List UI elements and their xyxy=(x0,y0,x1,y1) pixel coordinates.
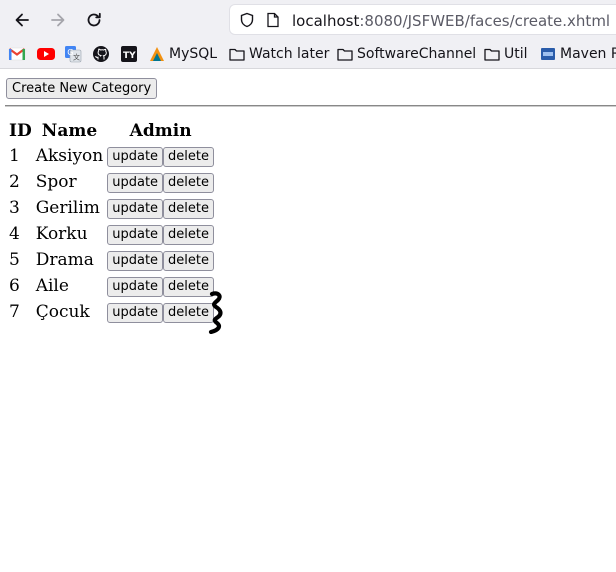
cell-id: 5 xyxy=(9,250,20,270)
table-header-row: ID Name Admin xyxy=(8,120,215,142)
svg-text:文: 文 xyxy=(73,53,80,62)
table-row: 2 Spor update delete xyxy=(8,170,215,194)
column-header-name: Name xyxy=(41,121,98,141)
update-button[interactable]: update xyxy=(107,250,164,271)
table-row: 3 Gerilim update delete xyxy=(8,196,215,220)
svg-text:TY: TY xyxy=(123,51,136,61)
youtube-icon xyxy=(37,48,55,60)
maven-icon xyxy=(541,48,555,60)
gmail-icon xyxy=(8,47,26,61)
delete-button[interactable]: delete xyxy=(163,146,215,167)
delete-button[interactable]: delete xyxy=(163,172,215,193)
gmail-bookmark[interactable] xyxy=(8,44,26,64)
browser-toolbar: localhost:8080/JSFWEB/faces/create.xhtml xyxy=(0,0,616,40)
table-row: 4 Korku update delete xyxy=(8,222,215,246)
reload-button[interactable] xyxy=(81,8,107,32)
watch-later-bookmark[interactable]: Watch later xyxy=(229,44,329,64)
cell-id: 2 xyxy=(9,172,20,192)
forward-arrow-icon xyxy=(51,13,65,27)
bookmark-label: SoftwareChannel xyxy=(357,46,477,62)
cell-admin: update delete xyxy=(106,222,215,246)
divider xyxy=(5,105,616,107)
delete-button[interactable]: delete xyxy=(163,250,215,271)
cell-admin: update delete xyxy=(106,248,215,272)
shield-icon xyxy=(240,12,254,28)
table-row: 7 Çocuk update delete xyxy=(8,300,215,324)
folder-icon xyxy=(484,48,500,61)
cell-name: Aksiyon xyxy=(35,146,104,166)
bookmark-label: MySQL xyxy=(169,46,218,62)
delete-button[interactable]: delete xyxy=(163,224,215,245)
delete-button[interactable]: delete xyxy=(163,198,215,219)
update-button[interactable]: update xyxy=(107,302,164,323)
table-row: 6 Aile update delete xyxy=(8,274,215,298)
update-button[interactable]: update xyxy=(107,172,164,193)
cell-name: Gerilim xyxy=(35,198,100,218)
folder-icon xyxy=(229,48,245,61)
back-button[interactable] xyxy=(9,8,35,32)
category-table: ID Name Admin 1 Aksiyon update delete 2 Spor u… xyxy=(6,118,217,326)
cell-name: Spor xyxy=(35,172,77,192)
cell-name: Aile xyxy=(35,276,69,296)
cell-name: Çocuk xyxy=(35,302,90,322)
cell-id: 3 xyxy=(9,198,20,218)
update-button[interactable]: update xyxy=(107,198,164,219)
back-arrow-icon xyxy=(15,13,29,27)
forward-button[interactable] xyxy=(45,8,71,32)
bookmark-label: Watch later xyxy=(249,46,330,62)
cell-id: 4 xyxy=(9,224,20,244)
page-icon xyxy=(267,12,279,28)
cell-id: 1 xyxy=(9,146,20,166)
url-text: localhost:8080/JSFWEB/faces/create.xhtml xyxy=(292,12,610,30)
address-bar[interactable]: localhost:8080/JSFWEB/faces/create.xhtml xyxy=(229,4,616,35)
youtube-bookmark[interactable] xyxy=(36,44,56,64)
softwarechannel-bookmark[interactable]: SoftwareChannel xyxy=(337,44,476,64)
url-host: localhost xyxy=(292,12,360,30)
cell-admin: update delete xyxy=(106,300,215,324)
cell-id: 7 xyxy=(9,302,20,322)
cell-name: Korku xyxy=(35,224,88,244)
bookmarks-bar: G文 TY MySQL Watch later SoftwareChannel … xyxy=(0,40,616,69)
mysql-icon xyxy=(150,47,164,61)
bookmark-label: Maven R xyxy=(560,46,616,62)
cell-admin: update delete xyxy=(106,144,215,168)
translate-bookmark[interactable]: G文 xyxy=(64,44,82,64)
create-category-button[interactable]: Create New Category xyxy=(6,78,158,99)
column-header-id: ID xyxy=(9,121,32,141)
ty-icon: TY xyxy=(121,46,137,62)
cell-id: 6 xyxy=(9,276,20,296)
github-icon xyxy=(93,46,109,62)
table-row: 1 Aksiyon update delete xyxy=(8,144,215,168)
bookmark-label: Util xyxy=(504,46,528,62)
github-bookmark[interactable] xyxy=(92,44,110,64)
column-header-admin: Admin xyxy=(129,121,192,141)
cell-admin: update delete xyxy=(106,170,215,194)
maven-bookmark[interactable]: Maven R xyxy=(540,44,616,64)
cell-admin: update delete xyxy=(106,196,215,220)
table-row: 5 Drama update delete xyxy=(8,248,215,272)
typora-bookmark[interactable]: TY xyxy=(120,44,138,64)
url-path: :8080/JSFWEB/faces/create.xhtml xyxy=(359,12,611,30)
reload-icon xyxy=(87,12,101,27)
cell-name: Drama xyxy=(35,250,94,270)
update-button[interactable]: update xyxy=(107,224,164,245)
mysql-bookmark[interactable]: MySQL xyxy=(148,44,217,64)
cell-admin: update delete xyxy=(106,274,215,298)
hand-drawn-brace-mark xyxy=(208,291,223,334)
update-button[interactable]: update xyxy=(107,146,164,167)
folder-icon xyxy=(337,48,353,61)
google-translate-icon: G文 xyxy=(65,46,82,63)
update-button[interactable]: update xyxy=(107,276,164,297)
util-bookmark[interactable]: Util xyxy=(484,44,528,64)
